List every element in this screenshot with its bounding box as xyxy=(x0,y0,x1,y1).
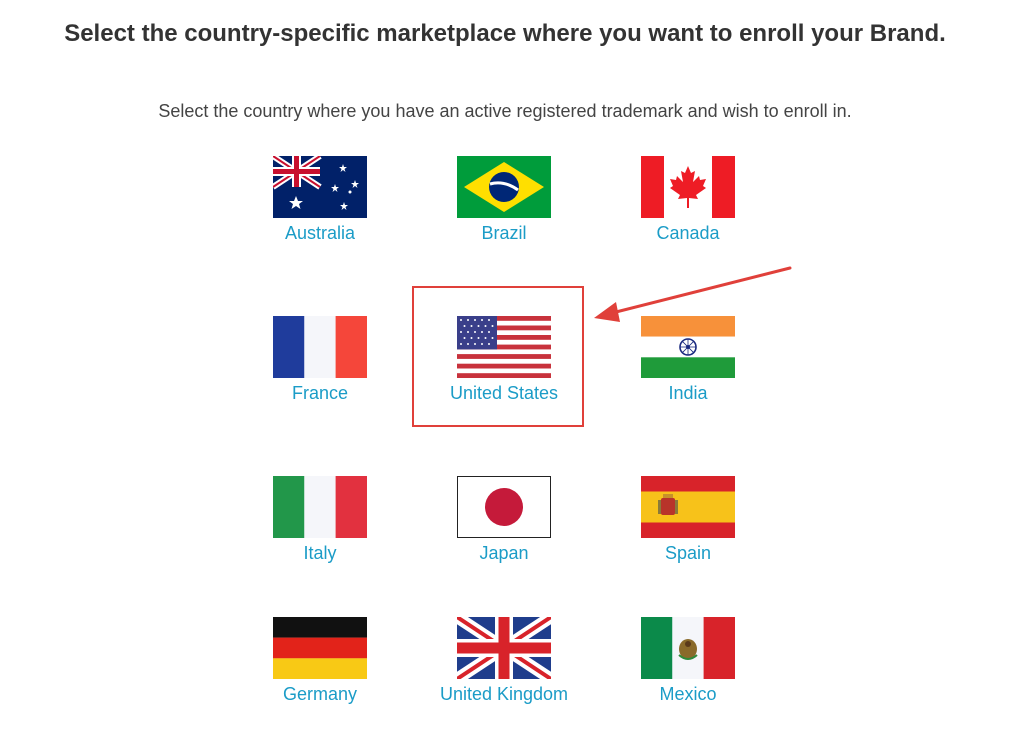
japan-flag-icon xyxy=(457,476,551,538)
country-label-mexico[interactable]: Mexico xyxy=(596,684,780,705)
country-option-india[interactable]: India xyxy=(596,316,780,412)
country-label-australia[interactable]: Australia xyxy=(228,223,412,244)
country-option-japan[interactable]: Japan xyxy=(412,476,596,572)
country-label-japan[interactable]: Japan xyxy=(412,543,596,564)
country-label-canada[interactable]: Canada xyxy=(596,223,780,244)
country-option-italy[interactable]: Italy xyxy=(228,476,412,572)
brazil-flag-icon xyxy=(457,156,551,218)
country-option-brazil[interactable]: Brazil xyxy=(412,156,596,252)
country-label-italy[interactable]: Italy xyxy=(228,543,412,564)
instruction-text: Select the country where you have an act… xyxy=(158,101,852,121)
united-states-flag-icon xyxy=(457,316,551,378)
united-kingdom-flag-icon xyxy=(457,617,551,679)
canada-flag-icon xyxy=(641,156,735,218)
country-label-germany[interactable]: Germany xyxy=(228,684,412,705)
page-title: Select the country-specific marketplace … xyxy=(64,20,946,47)
country-label-india[interactable]: India xyxy=(596,383,780,404)
spain-flag-icon xyxy=(641,476,735,538)
germany-flag-icon xyxy=(273,617,367,679)
italy-flag-icon xyxy=(273,476,367,538)
australia-flag-icon xyxy=(273,156,367,218)
country-label-brazil[interactable]: Brazil xyxy=(412,223,596,244)
country-option-spain[interactable]: Spain xyxy=(596,476,780,572)
mexico-flag-icon xyxy=(641,617,735,679)
country-label-spain[interactable]: Spain xyxy=(596,543,780,564)
country-option-united-kingdom[interactable]: United Kingdom xyxy=(412,617,596,713)
country-option-united-states[interactable]: United States xyxy=(412,316,596,412)
france-flag-icon xyxy=(273,316,367,378)
india-flag-icon xyxy=(641,316,735,378)
country-label-united-states[interactable]: United States xyxy=(412,383,596,404)
country-option-mexico[interactable]: Mexico xyxy=(596,617,780,713)
country-label-france[interactable]: France xyxy=(228,383,412,404)
country-label-united-kingdom[interactable]: United Kingdom xyxy=(412,684,596,705)
country-option-australia[interactable]: Australia xyxy=(228,156,412,252)
country-option-canada[interactable]: Canada xyxy=(596,156,780,252)
country-option-germany[interactable]: Germany xyxy=(228,617,412,713)
country-option-france[interactable]: France xyxy=(228,316,412,412)
